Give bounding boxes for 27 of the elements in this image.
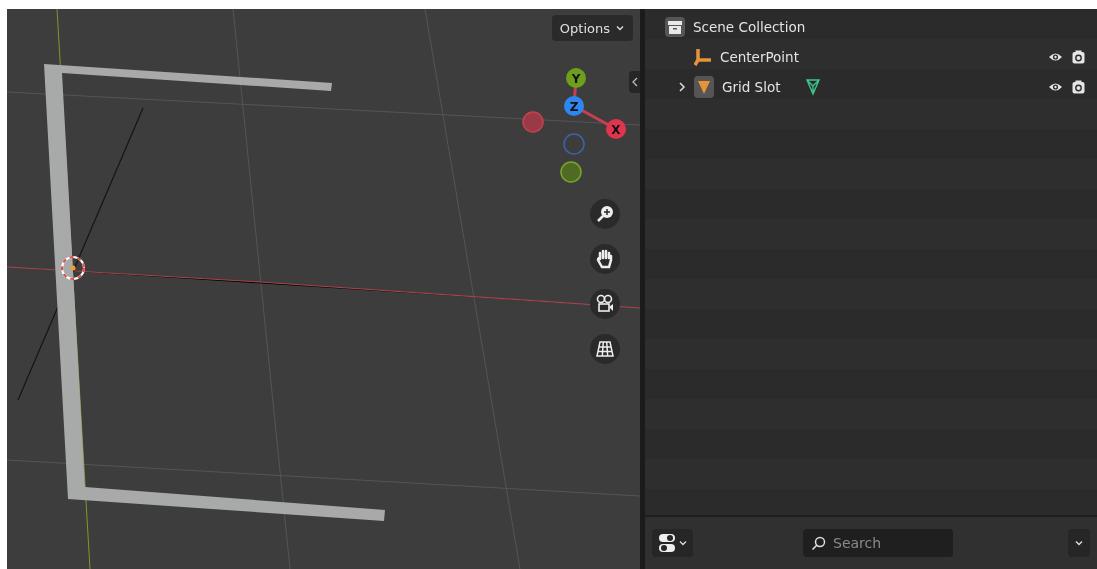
3d-cursor — [61, 256, 85, 280]
navigation-gizmo[interactable]: Y Z X — [522, 68, 626, 183]
box-icon — [665, 17, 685, 37]
caret-icon — [679, 539, 687, 547]
toggle-icon — [658, 533, 676, 553]
axes-icon — [694, 48, 712, 66]
search-icon — [811, 536, 826, 551]
3d-viewport[interactable]: Y Z X Options — [7, 9, 640, 569]
search-field[interactable]: Search — [803, 529, 953, 557]
sidebar-toggle[interactable] — [629, 71, 640, 93]
caret-icon — [1074, 538, 1084, 548]
outliner-item[interactable]: Grid Slot — [722, 79, 781, 95]
camera-icon[interactable] — [1072, 50, 1085, 64]
hand-icon[interactable] — [590, 244, 620, 274]
filter-dropdown[interactable] — [652, 529, 693, 557]
eye-icon[interactable] — [1048, 51, 1063, 63]
camera-icon[interactable] — [590, 289, 620, 319]
outliner-item[interactable]: CenterPoint — [720, 49, 799, 65]
outliner-item[interactable]: Scene Collection — [693, 19, 806, 35]
options-dropdown[interactable]: Options — [551, 15, 633, 41]
camera-icon[interactable] — [1072, 80, 1085, 94]
eye-icon[interactable] — [1048, 81, 1063, 93]
zoom-icon[interactable] — [590, 199, 620, 229]
caret-icon — [615, 23, 625, 33]
mesh-data-icon — [804, 78, 821, 96]
grid-icon[interactable] — [590, 334, 620, 364]
chevron-left-icon — [631, 77, 638, 87]
